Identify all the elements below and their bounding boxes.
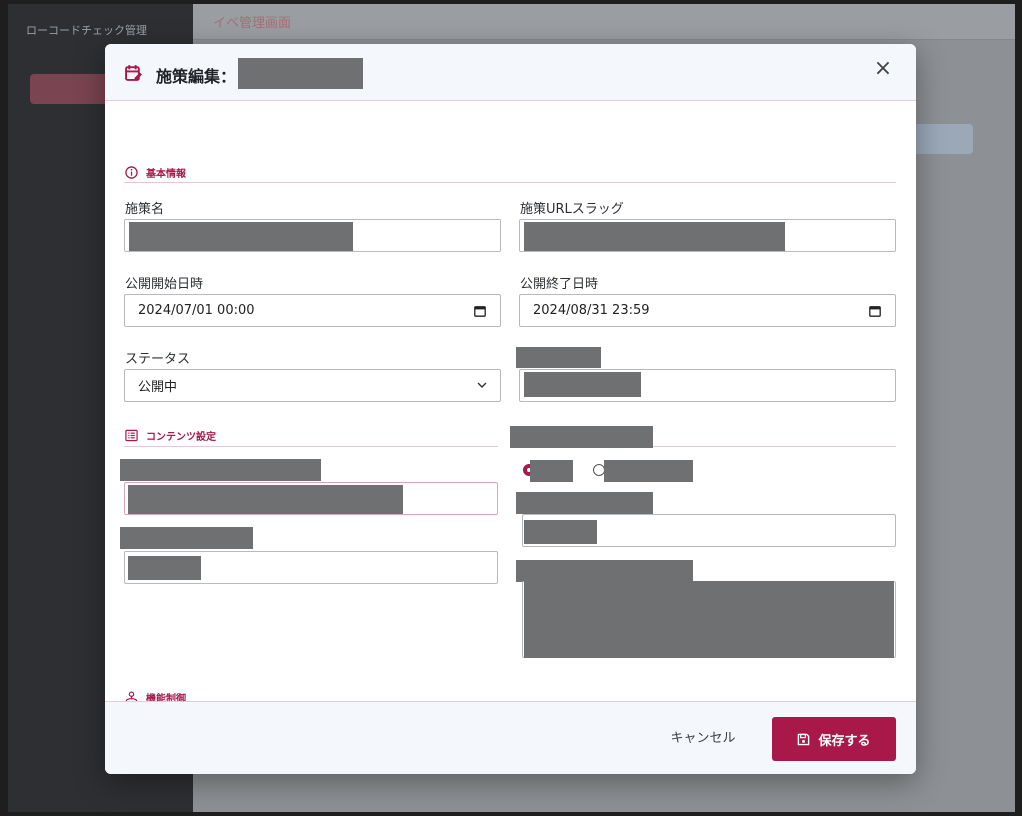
redacted-label [120,527,253,549]
end-datetime-input[interactable]: 2024/08/31 23:59 [519,294,896,327]
end-datetime-value: 2024/08/31 23:59 [533,303,650,318]
joystick-icon [125,691,138,701]
redacted-label [120,459,321,481]
list-icon [125,429,138,442]
redacted-radio-label [604,460,693,482]
status-label: ステータス [125,352,191,367]
section-features: 機能制御 [125,690,186,701]
section-basic-label: 基本情報 [146,169,186,180]
redacted-label [516,492,653,514]
close-icon[interactable]: × [873,58,893,80]
background-brand: ローコードチェック管理 [26,24,147,37]
frame-bottom [0,812,1022,816]
cancel-button[interactable]: キャンセル [653,718,753,754]
section-divider [124,446,498,447]
section-basic-info: 基本情報 [125,165,186,180]
campaign-slug-label: 施策URLスラッグ [520,202,624,217]
campaign-name-label: 施策名 [125,202,165,217]
start-datetime-value: 2024/07/01 00:00 [138,303,255,318]
background-header: イベ管理画面 [193,0,1015,40]
edit-campaign-modal: 施策編集： × 基本情報 施策名 施策URLスラッグ 公開開始日時 2024/0… [105,44,916,774]
frame-right [1015,0,1022,816]
modal-header: 施策編集： × [105,44,916,101]
status-value: 公開中 [138,380,178,395]
modal-footer: キャンセル 保存する [105,701,916,774]
section-contents-label: コンテンツ設定 [146,432,216,443]
redacted-campaign-name [238,58,363,89]
redacted-value [129,222,353,251]
start-datetime-input[interactable]: 2024/07/01 00:00 [124,294,501,327]
calendar-icon[interactable] [474,305,486,317]
save-button[interactable]: 保存する [772,717,896,761]
end-datetime-label: 公開終了日時 [520,277,599,292]
redacted-value [524,372,641,397]
calendar-icon[interactable] [869,305,881,317]
frame-left [0,0,8,816]
background-header-title: イベ管理画面 [213,16,292,31]
info-icon [125,166,138,179]
start-datetime-label: 公開開始日時 [125,277,204,292]
chevron-down-icon [477,382,487,388]
modal-body: 基本情報 施策名 施策URLスラッグ 公開開始日時 2024/07/01 00:… [105,101,916,701]
redacted-value [128,485,403,514]
redacted-value [524,222,785,251]
redacted-label [516,347,601,368]
save-label: 保存する [818,733,871,749]
redacted-radio-label [530,460,573,482]
section-divider [124,182,896,183]
section-features-label: 機能制御 [146,694,186,701]
redacted-label [516,560,693,582]
redacted-section-label [510,426,653,448]
redacted-value [524,581,894,658]
modal-title: 施策編集： [156,67,237,86]
redacted-value [128,556,201,580]
redacted-value [524,520,597,544]
save-icon [798,733,810,745]
section-contents: コンテンツ設定 [125,428,216,443]
calendar-edit-icon [125,65,142,81]
status-select[interactable]: 公開中 [124,369,501,402]
frame-top [0,0,1022,4]
